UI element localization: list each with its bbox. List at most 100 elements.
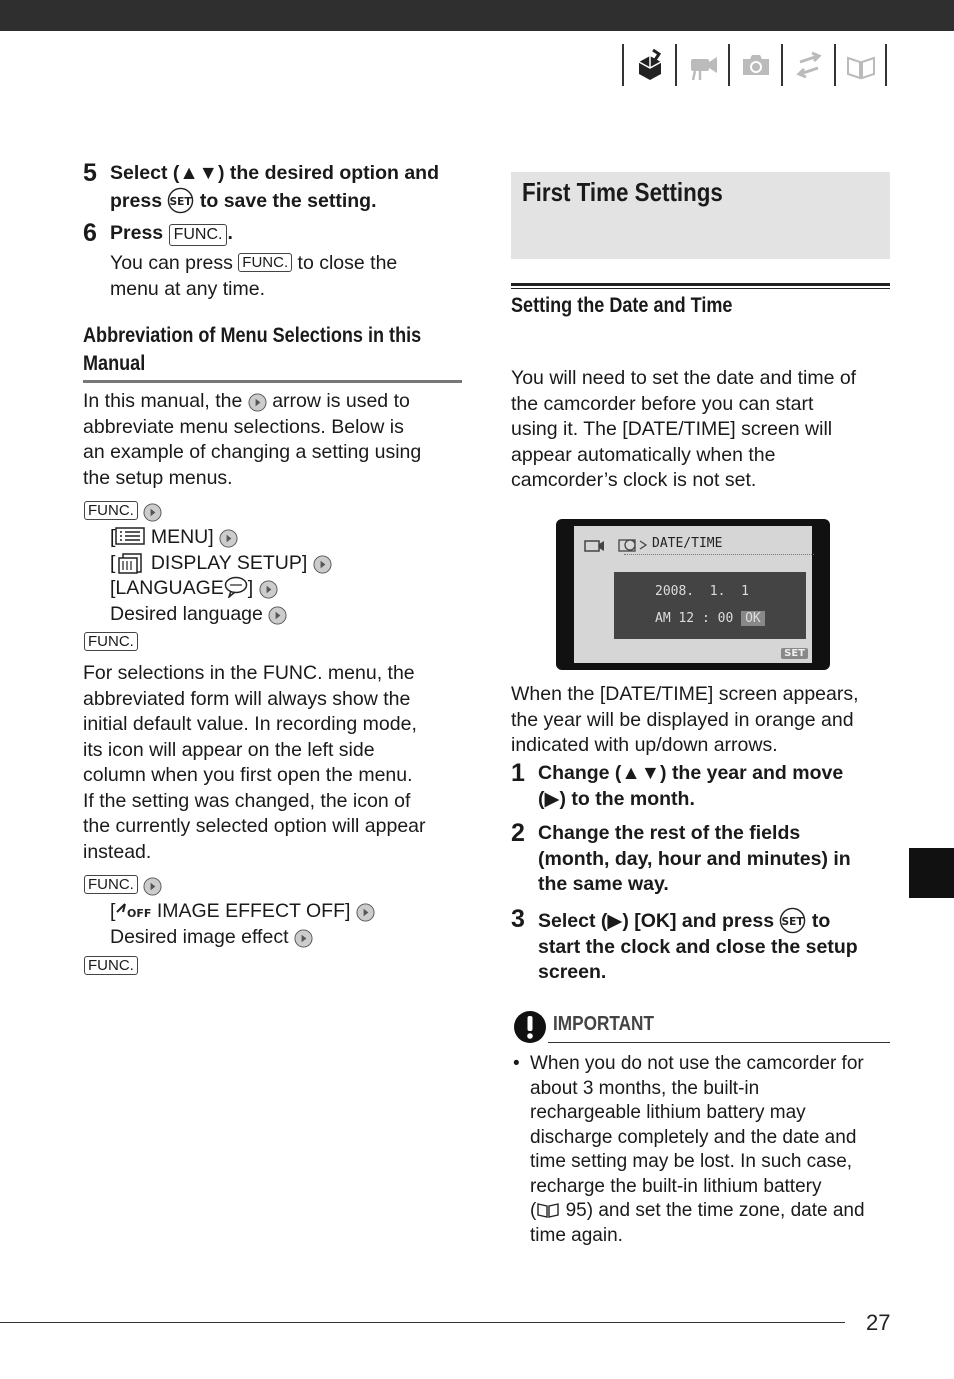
lcd-title: DATE/TIME: [652, 536, 723, 551]
double-rule-bottom: [511, 288, 890, 289]
menu-arrow-icon: [356, 903, 375, 922]
step-6-note: You can press FUNC. to close the menu at…: [110, 251, 397, 302]
lcd-time-value: AM 12 : 00: [655, 611, 734, 626]
step-5-line1-post: ) the desired option and: [217, 162, 439, 184]
intro-line: camcorder’s clock is not set.: [511, 469, 757, 491]
svg-text:OFF: OFF: [127, 907, 151, 920]
func-key: FUNC.: [168, 224, 228, 246]
important-line: When you do not use the camcorder for: [530, 1053, 864, 1074]
important-line: time setting may be lost. In such case,: [530, 1151, 853, 1172]
func-key: FUNC.: [84, 501, 138, 520]
para1-l4: the setup menus.: [83, 466, 233, 489]
para2-line: For selections in the FUNC. menu, the: [83, 662, 415, 684]
step-3-l3: screen.: [538, 961, 607, 983]
top-bar: [0, 0, 954, 31]
up-down-arrows-icon: ▲▼: [621, 762, 661, 784]
step-1-l1-post: ) the year and move: [660, 762, 844, 784]
important-line: discharge completely and the date and: [530, 1126, 857, 1148]
step-3-number: 3: [511, 905, 525, 933]
step-3-text: Select (▶) [OK] and press SET to start t…: [538, 907, 858, 986]
intro-line: the camcorder before you can start: [511, 392, 814, 415]
desired-language: Desired language: [110, 602, 263, 625]
section-heading-box: First Time Settings: [511, 172, 890, 259]
example-1-start: FUNC.: [84, 499, 162, 525]
example-1-end: FUNC.: [84, 630, 138, 656]
book-icon: [834, 44, 887, 86]
menu-arrow-icon: [143, 877, 162, 896]
svg-text:SET: SET: [782, 916, 805, 928]
important-icon: [514, 1011, 546, 1043]
important-label: IMPORTANT: [553, 1013, 654, 1035]
page-number: 27: [866, 1310, 891, 1335]
camera-icon: [728, 44, 781, 86]
para2-line: initial default value. In recording mode…: [83, 713, 417, 735]
step-1-text: Change (▲▼) the year and move (▶) to the…: [538, 761, 843, 812]
subsection-title: Setting the Date and Time: [511, 294, 733, 317]
example-2-end: FUNC.: [84, 954, 138, 980]
step-1-l2: (▶) to the month.: [538, 787, 695, 810]
important-rule: [548, 1042, 890, 1043]
para2-line: instead.: [83, 840, 152, 863]
menu-arrow-icon: [268, 605, 287, 625]
func-key: FUNC.: [238, 253, 293, 272]
important-text: When you do not use the camcorder for ab…: [530, 1052, 865, 1248]
menu-arrow-icon: [248, 393, 267, 412]
camera-mode-icon: [584, 540, 604, 552]
after-line: indicated with up/down arrows.: [511, 734, 778, 756]
func-key: FUNC.: [84, 632, 138, 651]
para2-line: If the setting was changed, the icon of: [83, 789, 411, 812]
para2-line: abbreviated form will always show the: [83, 687, 411, 710]
abbrev-paragraph-2: For selections in the FUNC. menu, the ab…: [83, 661, 426, 865]
note-post: to close the: [297, 252, 398, 274]
package-icon: [622, 44, 675, 86]
menu-arrow-icon: [143, 503, 162, 522]
step-6-period: .: [227, 222, 233, 244]
para2-line: column when you first open the menu.: [83, 764, 413, 786]
para1-l1-pre: In this manual, the: [83, 390, 243, 412]
important-line: about 3 months, the built-in: [530, 1077, 760, 1099]
step-3-l1-post: to: [811, 910, 831, 932]
footer-rule: [0, 1322, 845, 1323]
example-1-menu: [ MENU] [ DISPLAY SETUP] [LANGUAGE] Desi…: [110, 525, 332, 627]
set-button-icon: SET: [168, 187, 194, 213]
intro-paragraph: You will need to set the date and time o…: [511, 366, 856, 494]
setup-clock-icon: [618, 539, 648, 552]
func-key: FUNC.: [84, 956, 138, 975]
step-6-text: Press FUNC..: [110, 221, 233, 247]
desired-image-effect: Desired image effect: [110, 925, 289, 948]
note-pre: You can press: [110, 252, 233, 274]
language-label: [LANGUAGE: [110, 577, 224, 599]
menu-arrow-icon: [294, 928, 313, 948]
set-button-icon: SET: [780, 907, 806, 934]
camcorder-icon: [675, 44, 728, 86]
step-2-text: Change the rest of the fields (month, da…: [538, 821, 851, 898]
after-line: When the [DATE/TIME] screen appears,: [511, 683, 859, 705]
menu-arrow-icon: [259, 580, 278, 599]
ref-text: 95) and set the time zone, date and: [560, 1200, 865, 1221]
page-reference-book-icon: [537, 1203, 560, 1218]
abbrev-heading: Abbreviation of Menu Selections in this …: [83, 322, 421, 378]
lcd-set-indicator: SET: [781, 648, 808, 659]
step-5-line2-pre: press: [110, 189, 163, 212]
para1-l3: an example of changing a setting using: [83, 441, 422, 463]
after-line: the year will be displayed in orange and: [511, 708, 854, 731]
para1-l2: abbreviate menu selections. Below is: [83, 415, 404, 438]
intro-line: using it. The [DATE/TIME] screen will: [511, 418, 833, 440]
example-2-start: FUNC.: [84, 873, 162, 899]
step-3-l1-pre: Select (▶) [OK] and press: [538, 910, 775, 932]
important-last-line: time again.: [530, 1224, 623, 1246]
step-5-number: 5: [83, 159, 97, 187]
display-setup-label: DISPLAY SETUP]: [150, 551, 308, 574]
step-6-label: Press: [110, 222, 164, 244]
step-2-line: the same way.: [538, 873, 669, 895]
note-line2: menu at any time.: [110, 277, 265, 300]
section-title: First Time Settings: [522, 177, 723, 207]
menu-arrow-icon: [313, 554, 332, 574]
menu-arrow-icon: [219, 529, 238, 548]
chapter-icons: [622, 44, 887, 86]
important-bullet: •: [513, 1053, 520, 1074]
display-setup-icon: [118, 552, 143, 574]
lcd-title-rule: [624, 554, 814, 555]
lcd-screen-illustration: DATE/TIME 2008. 1. 1 AM 12 : 00 OK SET: [556, 519, 830, 670]
step-5-line1-pre: Select (: [110, 162, 180, 184]
